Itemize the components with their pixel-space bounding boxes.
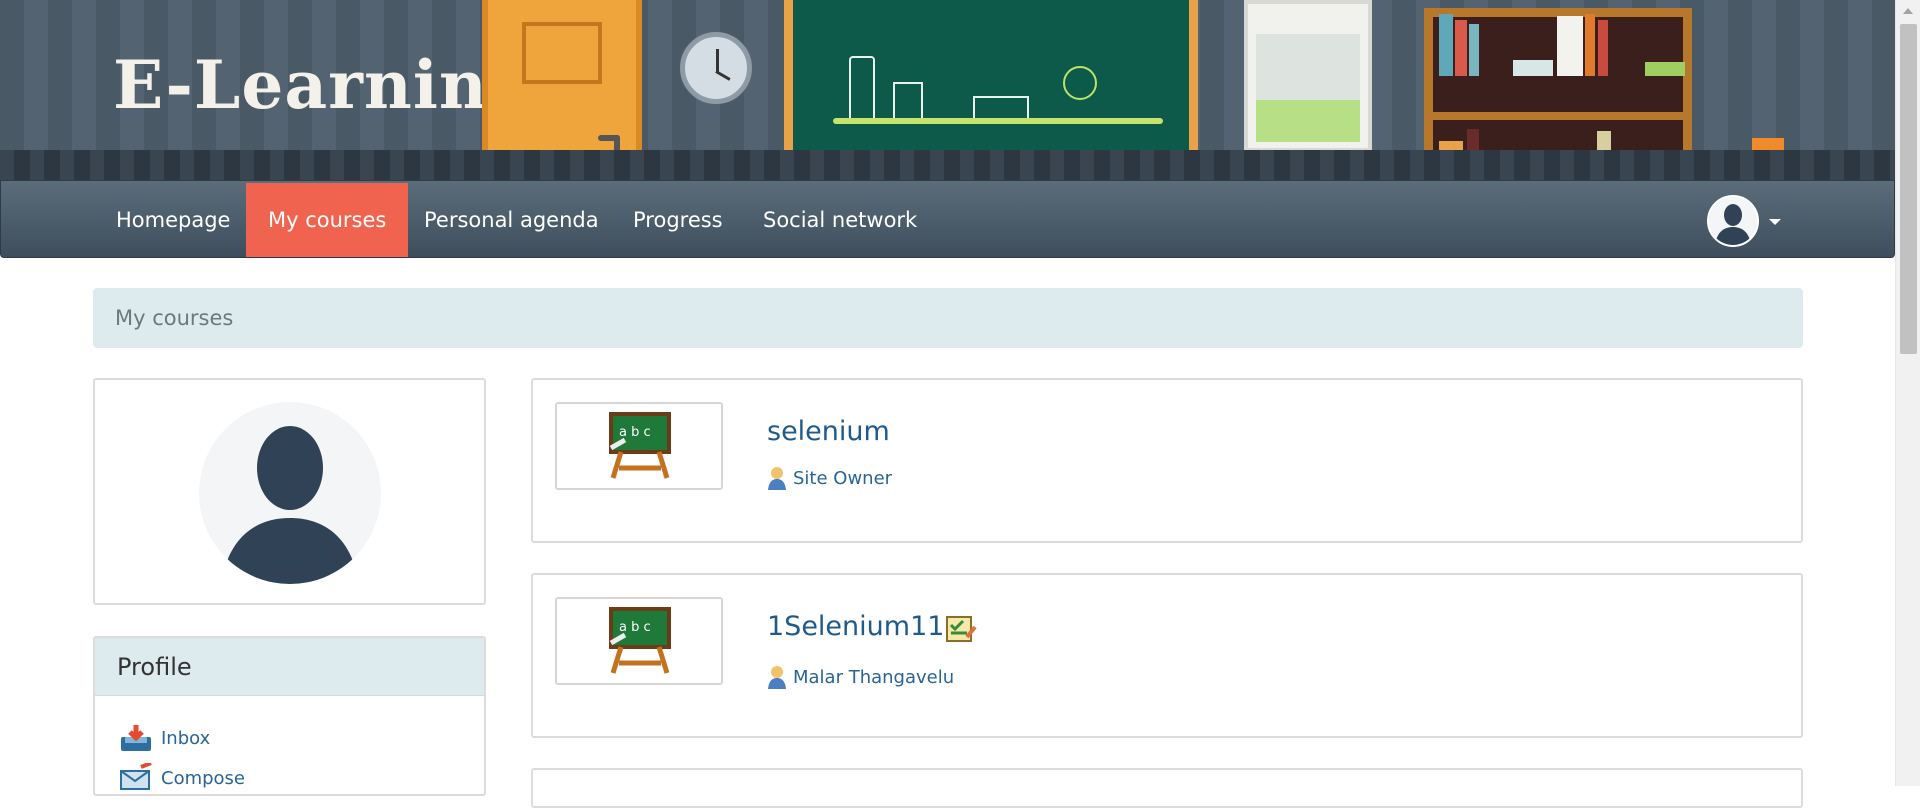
- header-banner: E-Learning: [0, 0, 1895, 180]
- course-teacher[interactable]: Site Owner: [767, 466, 892, 490]
- banner-clock-illustration: [680, 32, 752, 104]
- banner-poster-illustration: [1244, 0, 1372, 152]
- course-card: a b c selenium Site Owner: [531, 378, 1803, 543]
- nav-my-courses[interactable]: My courses: [246, 183, 409, 257]
- checklist-icon[interactable]: [945, 613, 977, 647]
- course-teacher[interactable]: Malar Thangavelu: [767, 665, 954, 689]
- breadcrumb: My courses: [93, 288, 1803, 348]
- compose-link-label[interactable]: Compose: [161, 768, 245, 789]
- nav-homepage[interactable]: Homepage: [94, 183, 252, 257]
- course-title[interactable]: selenium: [767, 416, 890, 447]
- user-avatar-card: [93, 378, 486, 605]
- avatar-icon[interactable]: [1707, 195, 1759, 247]
- user-silhouette-icon[interactable]: [199, 402, 381, 584]
- page-scrollbar[interactable]: [1895, 0, 1920, 786]
- user-icon: [767, 466, 787, 490]
- inbox-link-label[interactable]: Inbox: [161, 728, 210, 749]
- scrollbar-thumb[interactable]: [1900, 24, 1917, 354]
- profile-panel-title: Profile: [95, 638, 484, 696]
- svg-text:a b c: a b c: [619, 425, 651, 440]
- svg-text:a b c: a b c: [619, 620, 651, 635]
- course-teacher-name[interactable]: Site Owner: [793, 468, 892, 489]
- chalkboard-icon: a b c: [607, 605, 673, 681]
- scroll-up-arrow-icon[interactable]: [1903, 8, 1913, 14]
- course-thumbnail[interactable]: a b c: [555, 597, 723, 685]
- course-card: a b c 1Selenium11 Malar Thangavelu: [531, 573, 1803, 738]
- site-logo[interactable]: E-Learning: [113, 46, 535, 124]
- main-navbar: Homepage My courses Personal agenda Prog…: [0, 180, 1895, 258]
- course-teacher-name[interactable]: Malar Thangavelu: [793, 667, 954, 688]
- compose-icon: [119, 761, 153, 793]
- compose-link[interactable]: Compose: [119, 761, 245, 794]
- course-title[interactable]: 1Selenium11: [767, 611, 944, 642]
- nav-progress[interactable]: Progress: [611, 183, 745, 257]
- caret-down-icon[interactable]: [1769, 219, 1781, 225]
- chalkboard-icon: a b c: [607, 410, 673, 486]
- course-thumbnail[interactable]: a b c: [555, 402, 723, 490]
- user-icon: [767, 665, 787, 689]
- banner-chalkboard-illustration: [784, 0, 1198, 170]
- user-menu-dropdown[interactable]: [1707, 195, 1787, 247]
- nav-personal-agenda[interactable]: Personal agenda: [402, 183, 621, 257]
- profile-panel: Profile Inbox Compose: [93, 636, 486, 796]
- inbox-link[interactable]: Inbox: [119, 722, 210, 754]
- inbox-icon: [119, 723, 153, 753]
- nav-social-network[interactable]: Social network: [741, 183, 939, 257]
- course-card: [531, 768, 1803, 808]
